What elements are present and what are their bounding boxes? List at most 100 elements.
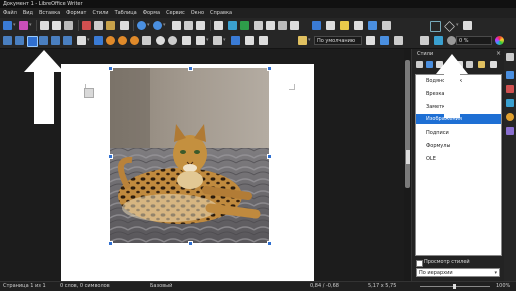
copy-icon[interactable] [94, 21, 103, 30]
gallery-deck-icon[interactable] [506, 99, 514, 107]
menu-form[interactable]: Форма [140, 10, 163, 16]
cut-icon[interactable] [82, 21, 91, 30]
resize-handle[interactable] [267, 154, 272, 159]
anchor-icon[interactable] [77, 36, 86, 45]
menu-file[interactable]: Файл [0, 10, 20, 16]
redo-icon[interactable] [153, 21, 162, 30]
resize-handle[interactable] [267, 66, 272, 71]
resize-handle[interactable] [108, 241, 113, 246]
back-one-icon[interactable] [130, 36, 139, 45]
chevron-down-icon[interactable]: ▾ [87, 37, 90, 43]
bring-to-front-icon[interactable] [106, 36, 115, 45]
send-to-back-icon[interactable] [142, 36, 151, 45]
hyperlink-icon[interactable] [312, 21, 321, 30]
draw-functions-icon[interactable] [463, 21, 472, 30]
menu-insert[interactable]: Вставка [36, 10, 63, 16]
chevron-down-icon[interactable]: ▾ [223, 37, 226, 43]
comment-icon[interactable] [340, 21, 349, 30]
clone-formatting-icon[interactable] [120, 21, 129, 30]
track-changes-icon[interactable] [354, 21, 363, 30]
insert-line-icon[interactable] [430, 21, 441, 32]
chevron-down-icon[interactable]: ▾ [29, 22, 32, 28]
insert-field-icon[interactable] [278, 21, 287, 30]
chevron-down-icon[interactable]: ▾ [308, 37, 311, 43]
scrollbar-thumb[interactable] [405, 60, 410, 188]
anchor-marker-icon[interactable] [84, 88, 94, 98]
footnote-icon[interactable] [326, 21, 335, 30]
insert-caption-icon[interactable] [245, 36, 254, 45]
to-background-icon[interactable] [168, 36, 177, 45]
wrap-through-icon[interactable] [63, 36, 72, 45]
sidebar-menu-icon[interactable] [506, 53, 514, 61]
properties-icon[interactable] [231, 36, 240, 45]
zoom-slider-thumb[interactable] [453, 284, 456, 289]
diamond-shape-icon[interactable] [444, 21, 455, 32]
insert-image-icon[interactable] [228, 21, 237, 30]
menu-table[interactable]: Таблица [112, 10, 140, 16]
style-item[interactable]: Формулы [416, 141, 501, 151]
wrap-left-icon[interactable] [39, 36, 48, 45]
chevron-down-icon[interactable]: ▾ [206, 37, 209, 43]
line-icon[interactable] [368, 21, 377, 30]
menu-window[interactable]: Окно [188, 10, 207, 16]
fill-format-mode-icon[interactable] [478, 61, 485, 68]
formatting-marks-icon[interactable] [196, 21, 205, 30]
resize-handle[interactable] [267, 241, 272, 246]
print-preview-icon[interactable] [64, 21, 73, 30]
style-actions-icon[interactable] [490, 61, 497, 68]
menu-tools[interactable]: Сервис [163, 10, 188, 16]
new-style-icon[interactable] [366, 36, 375, 45]
paste-icon[interactable] [106, 21, 115, 30]
print-icon[interactable] [52, 21, 61, 30]
chevron-down-icon[interactable]: ▾ [163, 22, 166, 28]
spelling-icon[interactable] [184, 21, 193, 30]
chevron-down-icon[interactable]: ▾ [456, 22, 459, 28]
undo-icon[interactable] [137, 21, 146, 30]
page-deck-icon[interactable] [506, 127, 514, 135]
transparency-field[interactable]: 0 % [456, 36, 492, 45]
rotate-icon[interactable] [420, 36, 429, 45]
character-styles-icon[interactable] [426, 61, 433, 68]
line-style-icon[interactable] [196, 36, 205, 45]
properties-deck-icon[interactable] [506, 71, 514, 79]
fill-format-icon[interactable] [298, 36, 307, 45]
menu-help[interactable]: Справка [207, 10, 235, 16]
find-replace-icon[interactable] [172, 21, 181, 30]
to-foreground-icon[interactable] [156, 36, 165, 45]
special-character-icon[interactable] [290, 21, 299, 30]
page-wrap-icon[interactable] [15, 36, 24, 45]
save-icon[interactable] [19, 21, 28, 30]
crop-icon[interactable] [434, 36, 443, 45]
close-icon[interactable]: × [496, 50, 501, 57]
insert-textbox-icon[interactable] [254, 21, 263, 30]
resize-handle[interactable] [188, 66, 193, 71]
optimal-wrap-icon[interactable] [27, 36, 38, 47]
frame-properties-icon[interactable] [259, 36, 268, 45]
menu-styles[interactable]: Стили [89, 10, 111, 16]
border-icon[interactable] [182, 36, 191, 45]
chevron-down-icon[interactable]: ▾ [147, 22, 150, 28]
border-color-icon[interactable] [213, 36, 222, 45]
insert-chart-icon[interactable] [240, 21, 249, 30]
wrap-right-icon[interactable] [51, 36, 60, 45]
navigator-deck-icon[interactable] [506, 113, 514, 121]
align-objects-icon[interactable] [94, 36, 103, 45]
style-filter-select[interactable]: По иерархии ▾ [416, 268, 500, 277]
paragraph-styles-icon[interactable] [416, 61, 423, 68]
wrap-off-icon[interactable] [3, 36, 12, 45]
transparency-icon[interactable] [447, 36, 456, 45]
style-item[interactable]: Подписи [416, 128, 501, 138]
resize-handle[interactable] [108, 154, 113, 159]
insert-page-break-icon[interactable] [266, 21, 275, 30]
color-picker-icon[interactable] [495, 36, 504, 45]
new-style-from-selection-icon[interactable] [394, 36, 403, 45]
insert-table-icon[interactable] [214, 21, 223, 30]
new-document-icon[interactable] [3, 21, 12, 30]
paragraph-style-combo[interactable]: По умолчанию [314, 36, 362, 45]
resize-handle[interactable] [188, 241, 193, 246]
update-style-icon[interactable] [380, 36, 389, 45]
style-item[interactable]: OLE [416, 154, 501, 164]
preview-checkbox[interactable] [416, 260, 423, 267]
menu-view[interactable]: Вид [20, 10, 36, 16]
resize-handle[interactable] [108, 66, 113, 71]
